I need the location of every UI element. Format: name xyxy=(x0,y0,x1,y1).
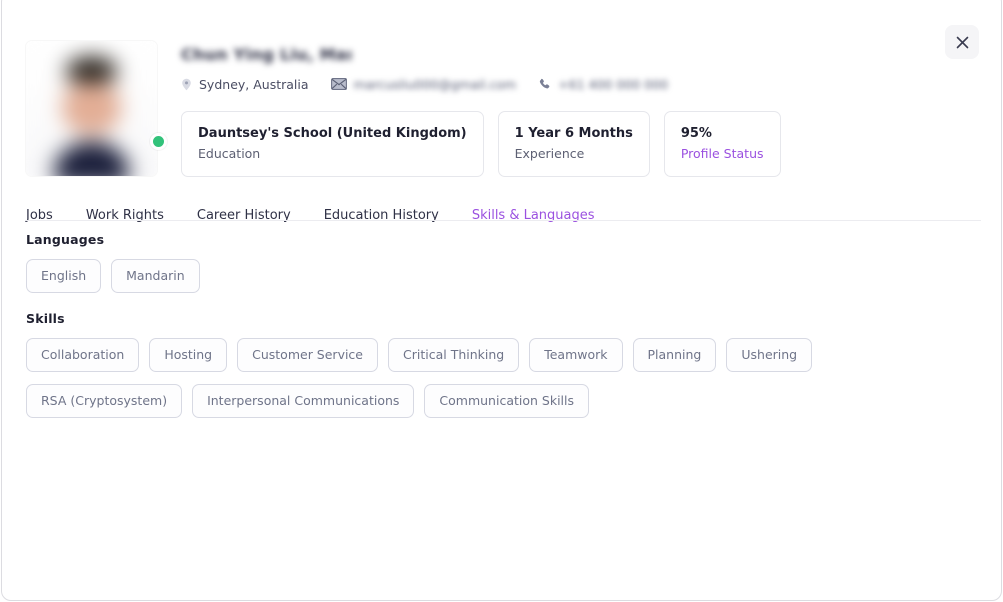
skill-chip[interactable]: Communication Skills xyxy=(424,384,590,418)
profile-tab-bar: Jobs Work Rights Career History Educatio… xyxy=(26,201,981,229)
language-chip[interactable]: Mandarin xyxy=(111,259,200,293)
skill-chip[interactable]: Ushering xyxy=(726,338,813,372)
skill-chip-list: Collaboration Hosting Customer Service C… xyxy=(26,338,976,430)
phone-icon xyxy=(538,78,551,91)
language-chip[interactable]: English xyxy=(26,259,102,293)
contact-meta-row: Sydney, Australia marcusliu000@gmail.com xyxy=(181,75,956,93)
languages-heading: Languages xyxy=(26,232,105,247)
skill-chip[interactable]: Interpersonal Communications xyxy=(192,384,415,418)
skills-section: Skills Collaboration Hosting Customer Se… xyxy=(26,311,976,430)
envelope-icon xyxy=(330,78,347,90)
phone-meta: +61 400 000 000 xyxy=(538,77,668,92)
skill-chip[interactable]: RSA (Cryptosystem) xyxy=(26,384,183,418)
online-status-indicator xyxy=(150,133,167,150)
stat-label: Education xyxy=(198,146,261,161)
languages-section: Languages English Mandarin xyxy=(26,232,210,305)
stat-value: 95% xyxy=(680,126,712,141)
language-chip-list: English Mandarin xyxy=(26,259,210,305)
candidate-name: Chun Ying Liu, Marcus xyxy=(181,45,351,64)
tab-bar-divider xyxy=(26,220,981,221)
skill-chip[interactable]: Planning xyxy=(632,338,717,372)
stat-value: Dauntsey's School (United Kingdom) xyxy=(198,126,467,141)
stat-card-profile-status: 95% Profile Status xyxy=(663,111,781,177)
location-meta: Sydney, Australia xyxy=(181,77,309,92)
skill-chip[interactable]: Teamwork xyxy=(529,338,623,372)
stat-value: 1 Year 6 Months xyxy=(514,126,633,141)
location-pin-icon xyxy=(181,78,192,91)
skill-chip[interactable]: Customer Service xyxy=(237,338,378,372)
email-text: marcusliu000@gmail.com xyxy=(353,76,517,92)
profile-status-link[interactable]: Profile Status xyxy=(681,146,764,161)
location-text: Sydney, Australia xyxy=(199,76,309,92)
skill-chip[interactable]: Critical Thinking xyxy=(388,338,520,372)
avatar-photo xyxy=(26,41,157,176)
stat-card-education: Dauntsey's School (United Kingdom) Educa… xyxy=(181,111,484,177)
avatar xyxy=(26,41,167,176)
close-icon xyxy=(956,36,969,49)
profile-header: Chun Ying Liu, Marcus Sydney, Australia xyxy=(26,41,956,177)
skills-heading: Skills xyxy=(26,311,65,326)
skill-chip[interactable]: Collaboration xyxy=(26,338,140,372)
phone-text: +61 400 000 000 xyxy=(558,76,669,92)
stat-label: Experience xyxy=(514,146,585,161)
email-meta: marcusliu000@gmail.com xyxy=(330,76,517,92)
candidate-profile-modal: Chun Ying Liu, Marcus Sydney, Australia xyxy=(1,0,1002,601)
profile-stat-cards: Dauntsey's School (United Kingdom) Educa… xyxy=(181,111,956,177)
profile-header-body: Chun Ying Liu, Marcus Sydney, Australia xyxy=(181,41,956,177)
skill-chip[interactable]: Hosting xyxy=(149,338,228,372)
stat-card-experience: 1 Year 6 Months Experience xyxy=(497,111,650,177)
